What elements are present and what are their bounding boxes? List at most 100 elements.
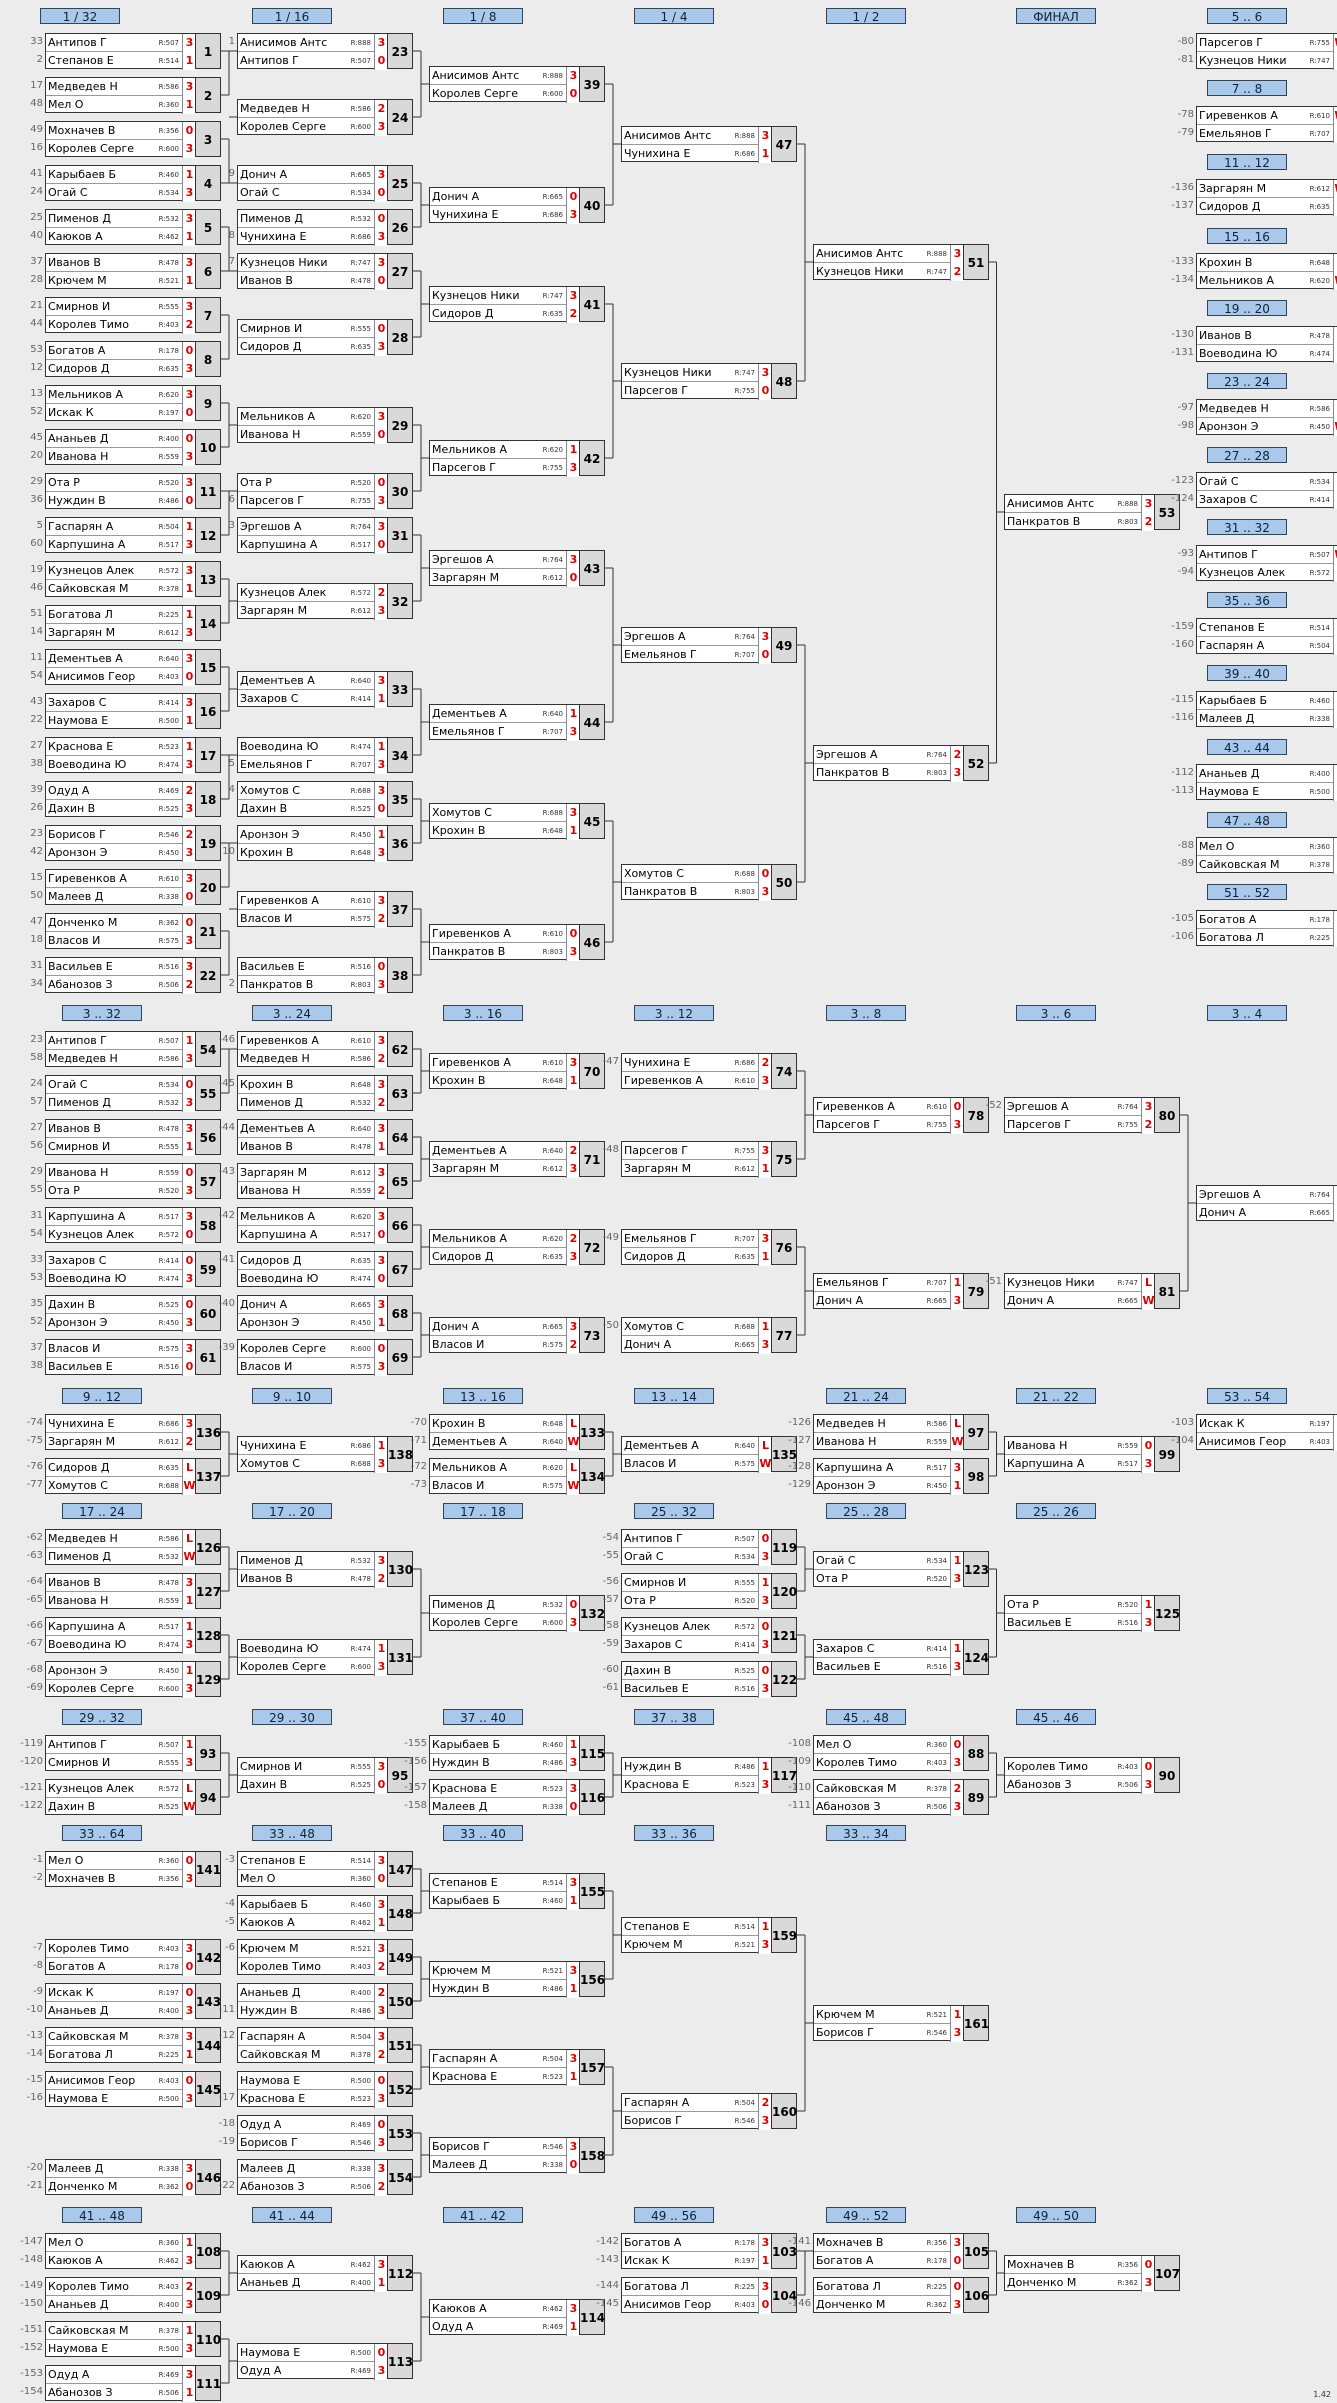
round-header[interactable]: 37 .. 38 bbox=[634, 1709, 714, 1725]
player-row[interactable]: Кузнецов Ники R:747 bbox=[238, 254, 374, 272]
player-row[interactable]: Донич А R:665 bbox=[238, 166, 374, 184]
player-row[interactable]: Захаров С R:414 bbox=[238, 690, 374, 708]
player-row[interactable]: Заргарян М R:612 bbox=[238, 1164, 374, 1182]
round-header[interactable]: 33 .. 34 bbox=[826, 1825, 906, 1841]
player-row[interactable]: Ананьев Д R:400 bbox=[46, 430, 182, 448]
match-number[interactable]: 31 bbox=[387, 517, 413, 553]
player-row[interactable]: Степанов Е R:514 bbox=[622, 1918, 758, 1936]
player-row[interactable]: Огай С R:534 bbox=[1197, 473, 1333, 491]
match-number[interactable]: 24 bbox=[387, 99, 413, 135]
player-row[interactable]: Заргарян М R:612 bbox=[46, 1433, 182, 1451]
player-row[interactable]: Власов И R:575 bbox=[622, 1455, 758, 1473]
player-row[interactable]: Мохначев В R:356 bbox=[46, 122, 182, 140]
player-row[interactable]: Иванов В R:478 bbox=[238, 1570, 374, 1588]
player-row[interactable]: Медведев Н R:586 bbox=[46, 1530, 182, 1548]
player-row[interactable]: Мел О R:360 bbox=[46, 96, 182, 114]
match-number[interactable]: 98 bbox=[963, 1458, 989, 1494]
match-number[interactable]: 44 bbox=[579, 704, 605, 740]
player-row[interactable]: Ананьев Д R:400 bbox=[46, 2296, 182, 2314]
round-header[interactable]: 25 .. 26 bbox=[1016, 1503, 1096, 1519]
match-number[interactable]: 52 bbox=[963, 745, 989, 781]
round-header[interactable]: 11 .. 12 bbox=[1207, 154, 1287, 170]
player-row[interactable]: Королев Тимо R:403 bbox=[46, 316, 182, 334]
player-row[interactable]: Дахин В R:525 bbox=[46, 1296, 182, 1314]
round-header[interactable]: ФИНАЛ bbox=[1016, 8, 1096, 24]
match-number[interactable]: 23 bbox=[387, 33, 413, 69]
match-number[interactable]: 112 bbox=[387, 2255, 413, 2291]
round-header[interactable]: 13 .. 14 bbox=[634, 1388, 714, 1404]
player-row[interactable]: Абанозов З R:506 bbox=[238, 2178, 374, 2196]
player-row[interactable]: Искак К R:197 bbox=[1197, 1415, 1333, 1433]
match-number[interactable]: 131 bbox=[387, 1639, 413, 1675]
round-header[interactable]: 21 .. 24 bbox=[826, 1388, 906, 1404]
player-row[interactable]: Иванова Н R:559 bbox=[814, 1433, 950, 1451]
match-number[interactable]: 77 bbox=[771, 1317, 797, 1353]
round-header[interactable]: 23 .. 24 bbox=[1207, 373, 1287, 389]
player-row[interactable]: Антипов Г R:507 bbox=[46, 34, 182, 52]
match-number[interactable]: 127 bbox=[195, 1573, 221, 1609]
player-row[interactable]: Краснова Е R:523 bbox=[430, 1780, 566, 1798]
match-number[interactable]: 9 bbox=[195, 385, 221, 421]
player-row[interactable]: Хомутов С R:688 bbox=[622, 1318, 758, 1336]
player-row[interactable]: Огай С R:534 bbox=[46, 184, 182, 202]
match-number[interactable]: 110 bbox=[195, 2321, 221, 2357]
player-row[interactable]: Кузнецов Алек R:572 bbox=[1197, 564, 1333, 582]
player-row[interactable]: Власов И R:575 bbox=[238, 1358, 374, 1376]
player-row[interactable]: Степанов Е R:514 bbox=[430, 1874, 566, 1892]
player-row[interactable]: Наумова Е R:500 bbox=[1197, 783, 1333, 801]
match-number[interactable]: 13 bbox=[195, 561, 221, 597]
player-row[interactable]: Крохин В R:648 bbox=[238, 1076, 374, 1094]
player-row[interactable]: Карпушина А R:517 bbox=[238, 1226, 374, 1244]
player-row[interactable]: Карыбаев Б R:460 bbox=[238, 1896, 374, 1914]
player-row[interactable]: Степанов Е R:514 bbox=[1197, 619, 1333, 637]
player-row[interactable]: Мельников А R:620 bbox=[46, 386, 182, 404]
match-number[interactable]: 161 bbox=[963, 2005, 989, 2041]
match-number[interactable]: 123 bbox=[963, 1551, 989, 1587]
player-row[interactable]: Донич А R:665 bbox=[238, 1296, 374, 1314]
player-row[interactable]: Парсегов Г R:755 bbox=[1197, 34, 1333, 52]
player-row[interactable]: Сайковская М R:378 bbox=[1197, 856, 1333, 874]
player-row[interactable]: Воеводина Ю R:474 bbox=[238, 738, 374, 756]
match-number[interactable]: 153 bbox=[387, 2115, 413, 2151]
match-number[interactable]: 47 bbox=[771, 126, 797, 162]
player-row[interactable]: Медведев Н R:586 bbox=[46, 1050, 182, 1068]
match-number[interactable]: 155 bbox=[579, 1873, 605, 1909]
player-row[interactable]: Кузнецов Алек R:572 bbox=[46, 562, 182, 580]
player-row[interactable]: Эргешов А R:764 bbox=[622, 628, 758, 646]
player-row[interactable]: Борисов Г R:546 bbox=[622, 2112, 758, 2130]
player-row[interactable]: Панкратов В R:803 bbox=[430, 943, 566, 961]
player-row[interactable]: Донич А R:665 bbox=[622, 1336, 758, 1354]
match-number[interactable]: 40 bbox=[579, 187, 605, 223]
player-row[interactable]: Сайковская М R:378 bbox=[238, 2046, 374, 2064]
player-row[interactable]: Донич А R:665 bbox=[1005, 1292, 1141, 1310]
player-row[interactable]: Смирнов И R:555 bbox=[46, 1754, 182, 1772]
player-row[interactable]: Смирнов И R:555 bbox=[46, 1138, 182, 1156]
player-row[interactable]: Сидоров Д R:635 bbox=[238, 338, 374, 356]
match-number[interactable]: 119 bbox=[771, 1529, 797, 1565]
round-header[interactable]: 25 .. 28 bbox=[826, 1503, 906, 1519]
player-row[interactable]: Сидоров Д R:635 bbox=[622, 1248, 758, 1266]
player-row[interactable]: Заргарян М R:612 bbox=[238, 602, 374, 620]
player-row[interactable]: Нуждин В R:486 bbox=[430, 1980, 566, 1998]
match-number[interactable]: 30 bbox=[387, 473, 413, 509]
player-row[interactable]: Иванов В R:478 bbox=[238, 272, 374, 290]
match-number[interactable]: 121 bbox=[771, 1617, 797, 1653]
player-row[interactable]: Донченко М R:362 bbox=[1005, 2274, 1141, 2292]
player-row[interactable]: Абанозов З R:506 bbox=[46, 2384, 182, 2402]
player-row[interactable]: Аронзон Э R:450 bbox=[46, 844, 182, 862]
player-row[interactable]: Власов И R:575 bbox=[46, 1340, 182, 1358]
player-row[interactable]: Мельников А R:620 bbox=[430, 1230, 566, 1248]
player-row[interactable]: Пименов Д R:532 bbox=[238, 1094, 374, 1112]
player-row[interactable]: Васильев Е R:516 bbox=[238, 958, 374, 976]
match-number[interactable]: 29 bbox=[387, 407, 413, 443]
player-row[interactable]: Крохин В R:648 bbox=[238, 844, 374, 862]
player-row[interactable]: Ота Р R:520 bbox=[814, 1570, 950, 1588]
match-number[interactable]: 74 bbox=[771, 1053, 797, 1089]
player-row[interactable]: Королев Серге R:600 bbox=[430, 1614, 566, 1632]
player-row[interactable]: Мел О R:360 bbox=[814, 1736, 950, 1754]
match-number[interactable]: 20 bbox=[195, 869, 221, 905]
player-row[interactable]: Воеводина Ю R:474 bbox=[46, 756, 182, 774]
match-number[interactable]: 124 bbox=[963, 1639, 989, 1675]
player-row[interactable]: Мельников А R:620 bbox=[1197, 272, 1333, 290]
match-number[interactable]: 111 bbox=[195, 2365, 221, 2401]
